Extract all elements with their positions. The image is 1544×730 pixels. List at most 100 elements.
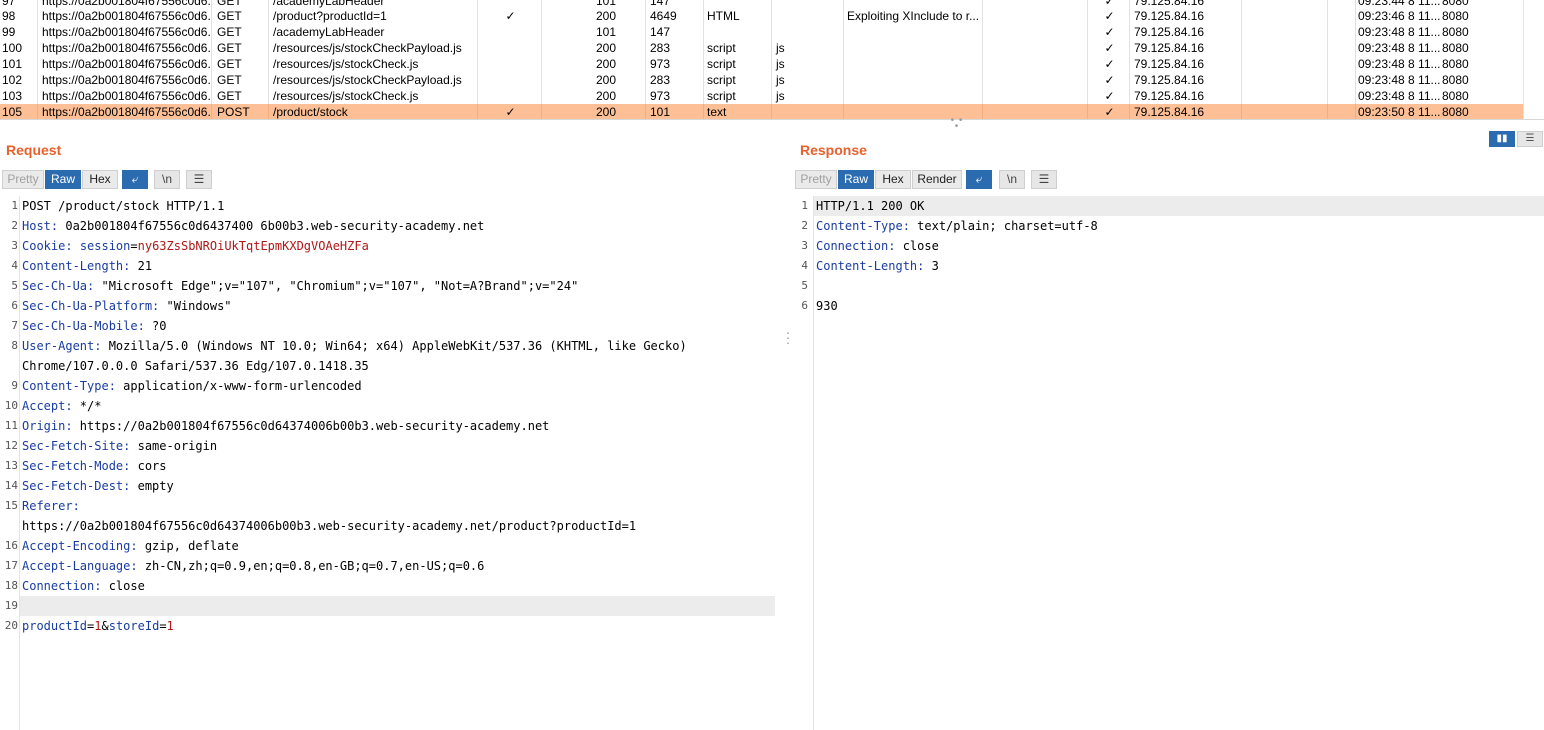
history-cell-number: 101: [0, 56, 38, 72]
history-cell-edited: [544, 40, 594, 56]
line-text: Sec-Ch-Ua: "Microsoft Edge";v="107", "Ch…: [22, 276, 578, 296]
history-cell-comment: [985, 104, 1088, 119]
wrap-lines-icon[interactable]: ⤶: [966, 170, 992, 189]
history-cell-edited: [544, 24, 594, 40]
line-text: Chrome/107.0.0.0 Safari/537.36 Edg/107.0…: [22, 356, 369, 376]
line-number: 5: [801, 279, 808, 292]
editor-line: 2 Host: 0a2b001804f67556c0d6437400 6b00b3…: [0, 216, 786, 236]
header-value: Mozilla/5.0 (Windows NT 10.0; Win64; x64…: [101, 339, 687, 353]
history-scrollbar[interactable]: [1523, 0, 1544, 119]
show-newlines-button[interactable]: \n: [999, 170, 1025, 189]
line-number: 1: [801, 199, 808, 212]
response-tab-render[interactable]: Render: [912, 170, 962, 189]
history-row[interactable]: 100 https://0a2b001804f67556c0d6... GET/re…: [0, 40, 1523, 56]
line-number: 2: [801, 219, 808, 232]
history-row[interactable]: 103 https://0a2b001804f67556c0d6... GET/re…: [0, 88, 1523, 104]
header-value: empty: [130, 479, 174, 493]
history-cell-comment: [985, 56, 1088, 72]
hamburger-menu-icon[interactable]: ☰: [186, 170, 212, 189]
history-cell-port: 8080: [1442, 25, 1469, 39]
line-number: 20: [4, 619, 18, 632]
history-cell-length: 283: [648, 72, 704, 88]
history-cell-edited: [544, 56, 594, 72]
line-number: 2: [11, 219, 18, 232]
history-cell-port: 8080: [1442, 89, 1469, 103]
history-cell-number: 99: [0, 24, 38, 40]
history-row[interactable]: 101 https://0a2b001804f67556c0d6... GET/re…: [0, 56, 1523, 72]
show-newlines-button[interactable]: \n: [154, 170, 180, 189]
request-editor[interactable]: 1 POST /product/stock HTTP/1.1 2 Host: 0a2b…: [0, 196, 786, 730]
history-cell-status: 101: [594, 24, 646, 40]
header-value: https://0a2b001804f67556c0d64374006b00b3…: [72, 419, 550, 433]
history-cell-number: 100: [0, 40, 38, 56]
history-cell-spacer: [1330, 56, 1356, 72]
history-cell-status: 200: [594, 88, 646, 104]
request-tab-hex[interactable]: Hex: [82, 170, 118, 189]
history-row[interactable]: 102 https://0a2b001804f67556c0d6... GET/re…: [0, 72, 1523, 88]
history-cell-status: 200: [594, 56, 646, 72]
line-text: User-Agent: Mozilla/5.0 (Windows NT 10.0…: [22, 336, 687, 356]
history-cell-extension: [774, 24, 844, 40]
header-name: Connection:: [816, 239, 896, 253]
editor-line: 14 Sec-Fetch-Dest: empty: [0, 476, 786, 496]
header-value: HTTP/1.1 200 OK: [816, 199, 925, 213]
split-vertical-icon[interactable]: ☰: [1517, 131, 1543, 147]
history-cell-length: 973: [648, 88, 704, 104]
editor-line: 11 Origin: https://0a2b001804f67556c0d643…: [0, 416, 786, 436]
header-value: gzip, deflate: [137, 539, 239, 553]
header-name: Accept-Encoding:: [22, 539, 138, 553]
response-tab-raw[interactable]: Raw: [838, 170, 874, 189]
history-cell-comment: [985, 88, 1088, 104]
history-cell-status: 200: [594, 8, 646, 24]
editor-line: 12 Sec-Fetch-Site: same-origin: [0, 436, 786, 456]
response-pane: Response Pretty Raw Hex Render ⤶ \n ☰ 1H…: [790, 126, 1544, 730]
header-name: Sec-Fetch-Site:: [22, 439, 131, 453]
editor-line: 2 Content-Type: text/plain; charset=utf-8: [790, 216, 1544, 236]
header-name: Connection:: [22, 579, 102, 593]
hamburger-menu-icon[interactable]: ☰: [1031, 170, 1057, 189]
header-value: 930: [816, 299, 838, 313]
response-editor[interactable]: 1 HTTP/1.1 200 OK 2 Content-Type: text/plai…: [790, 196, 1544, 730]
header-value: */*: [72, 399, 102, 413]
history-cell-length: 973: [648, 56, 704, 72]
request-tab-raw[interactable]: Raw: [45, 170, 81, 189]
line-number: 18: [4, 579, 18, 592]
header-value: close: [895, 239, 939, 253]
horizontal-split-handle[interactable]: • • •: [948, 116, 966, 132]
history-cell-edited: [544, 72, 594, 88]
editor-line: 6 930: [790, 296, 1544, 316]
line-text: Sec-Ch-Ua-Mobile: ?0: [22, 316, 167, 336]
history-cell-port: 8080: [1442, 73, 1469, 87]
history-cell-length: 4649: [648, 8, 704, 24]
split-horizontal-icon[interactable]: ▮▮: [1489, 131, 1515, 147]
history-cell-params: [480, 56, 542, 72]
history-cell-method: GET: [215, 24, 269, 40]
header-name: Sec-Ch-Ua:: [22, 279, 95, 293]
history-cell-mime: script: [705, 56, 772, 72]
history-cell-title: [845, 56, 983, 72]
response-tab-hex[interactable]: Hex: [875, 170, 911, 189]
param-value: ny63ZsSbNROiUkTqtEpmKXDgVOAeHZFa: [137, 239, 369, 253]
line-number: 12: [4, 439, 18, 452]
history-row-selected[interactable]: 105 https://0a2b001804f67556c0d6... POST/p…: [0, 104, 1523, 119]
line-text: https://0a2b001804f67556c0d64374006b00b3…: [22, 516, 636, 536]
line-number: 14: [4, 479, 18, 492]
line-number: 6: [11, 299, 18, 312]
request-tab-pretty[interactable]: Pretty: [2, 170, 44, 189]
editor-line: 5: [790, 276, 1544, 296]
history-cell-cookies: [1244, 24, 1328, 40]
response-tab-pretty[interactable]: Pretty: [795, 170, 837, 189]
editor-line: 5 Sec-Ch-Ua: "Microsoft Edge";v="107", "C…: [0, 276, 786, 296]
history-cell-time: 09:23:48 8 11...: [1358, 89, 1440, 103]
history-cell-tls: ✓: [1090, 72, 1130, 88]
history-row[interactable]: 98 https://0a2b001804f67556c0d6... GET/pro…: [0, 8, 1523, 24]
editor-line: 4 Content-Length: 21: [0, 256, 786, 276]
history-cell-host: https://0a2b001804f67556c0d6...: [42, 56, 212, 72]
history-cell-length: 101: [648, 104, 704, 119]
history-row[interactable]: 99 https://0a2b001804f67556c0d6... GET/aca…: [0, 24, 1523, 40]
wrap-lines-icon[interactable]: ⤶: [122, 170, 148, 189]
history-cell-method: GET: [215, 8, 269, 24]
editor-line: 3 Cookie: session=ny63ZsSbNROiUkTqtEpmKXD…: [0, 236, 786, 256]
history-cell-time: 09:23:50 8 11...: [1358, 105, 1440, 119]
history-cell-ip: 79.125.84.16: [1132, 56, 1242, 72]
